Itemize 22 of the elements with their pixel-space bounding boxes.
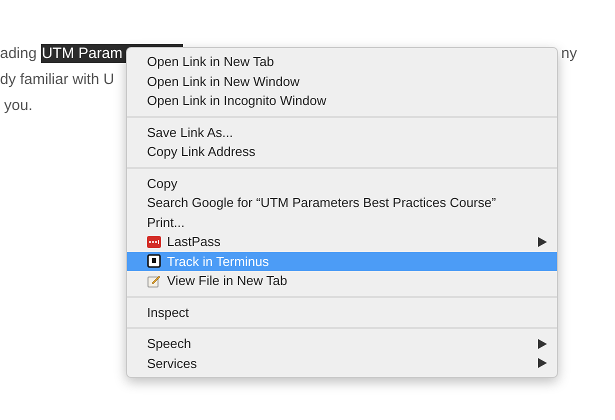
menu-item[interactable]: Copy xyxy=(127,174,557,193)
submenu-arrow-icon xyxy=(538,358,547,368)
dots-icon xyxy=(147,234,161,249)
paragraph-text: you. xyxy=(3,96,33,114)
menu-item[interactable]: Speech xyxy=(127,334,557,354)
menu-item[interactable]: Services xyxy=(127,354,557,373)
pencil-icon xyxy=(147,274,161,288)
menu-item[interactable]: Open Link in Incognito Window xyxy=(127,91,557,110)
menu-item[interactable]: Print... xyxy=(127,212,557,232)
menu-item[interactable]: Search Google for “UTM Parameters Best Practices Course” xyxy=(127,193,557,212)
paragraph-text: dy familiar with U xyxy=(0,70,114,88)
menu-item[interactable]: LastPass xyxy=(127,232,557,252)
submenu-arrow-icon xyxy=(538,236,547,247)
submenu-arrow-icon xyxy=(538,338,547,349)
menu-item[interactable]: Save Link As... xyxy=(127,122,557,142)
square-icon xyxy=(147,254,161,268)
menu-item[interactable]: Copy Link Address xyxy=(127,142,557,162)
menu-item[interactable]: View File in New Tab xyxy=(127,271,557,290)
menu-item[interactable]: Inspect xyxy=(127,302,557,322)
menu-item[interactable]: Open Link in New Window xyxy=(127,72,557,91)
paragraph-text: ny xyxy=(561,44,577,62)
paragraph-text: ading xyxy=(0,44,37,62)
